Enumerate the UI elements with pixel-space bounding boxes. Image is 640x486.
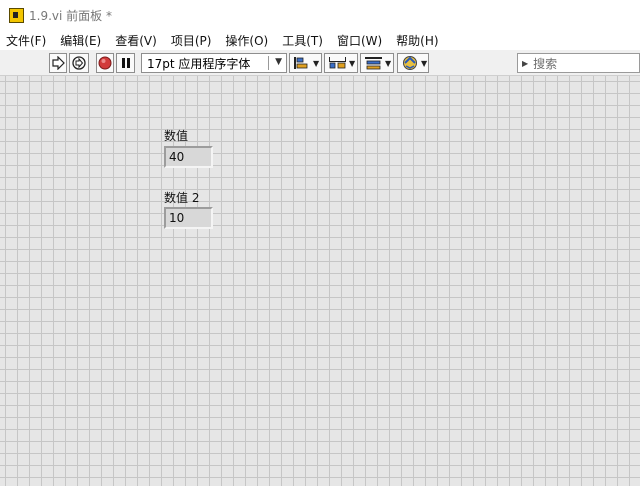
numeric-control[interactable]: 40 — [164, 146, 213, 168]
run-arrow-icon — [52, 56, 65, 70]
menu-help[interactable]: 帮助(H) — [389, 32, 445, 49]
numeric-control-2[interactable]: 10 — [164, 207, 213, 229]
title-bar: 1.9.vi 前面板 * — [0, 0, 640, 30]
numeric-control-2-value: 10 — [169, 211, 185, 225]
menu-bar: 文件(F) 编辑(E) 查看(V) 项目(P) 操作(O) 工具(T) 窗口(W… — [0, 30, 640, 50]
abort-button[interactable] — [96, 53, 114, 73]
search-input[interactable]: ▶ 搜索 — [517, 53, 640, 73]
font-select-divider — [268, 56, 269, 70]
menu-file[interactable]: 文件(F) — [0, 32, 53, 49]
font-select[interactable]: 17pt 应用程序字体 ▼ — [141, 53, 287, 73]
reorder-icon — [403, 56, 417, 70]
search-menu-arrow-icon: ▶ — [522, 58, 529, 68]
numeric-control-2-label: 数值 2 — [164, 191, 200, 205]
run-continuously-icon — [72, 56, 86, 70]
numeric-control-label: 数值 — [164, 129, 189, 143]
chevron-down-icon: ▼ — [275, 57, 282, 67]
menu-tools[interactable]: 工具(T) — [275, 32, 330, 49]
front-panel-canvas[interactable]: 数值 40 数值 2 10 — [0, 76, 640, 486]
menu-view[interactable]: 查看(V) — [108, 32, 164, 49]
pause-icon — [121, 58, 130, 68]
chevron-down-icon: ▼ — [385, 58, 392, 68]
menu-operate[interactable]: 操作(O) — [218, 32, 275, 49]
labview-vi-icon — [9, 7, 24, 23]
distribute-icon — [329, 57, 346, 69]
window-title: 1.9.vi 前面板 * — [29, 8, 112, 23]
chevron-down-icon: ▼ — [313, 58, 320, 68]
toolbar: 17pt 应用程序字体 ▼ ▼ ▼ ▼ ▼ ▶ 搜索 — [0, 50, 640, 76]
chevron-down-icon: ▼ — [421, 58, 428, 68]
resize-icon — [365, 57, 382, 70]
search-placeholder: 搜索 — [533, 56, 558, 71]
align-icon — [294, 57, 308, 69]
resize-objects-button[interactable]: ▼ — [360, 53, 394, 73]
distribute-objects-button[interactable]: ▼ — [324, 53, 358, 73]
align-objects-button[interactable]: ▼ — [289, 53, 322, 73]
reorder-button[interactable]: ▼ — [397, 53, 429, 73]
menu-edit[interactable]: 编辑(E) — [53, 32, 108, 49]
menu-window[interactable]: 窗口(W) — [330, 32, 389, 49]
run-button[interactable] — [49, 53, 67, 73]
pause-button[interactable] — [116, 53, 135, 73]
numeric-control-value: 40 — [169, 150, 185, 164]
abort-icon — [98, 56, 112, 70]
run-continuously-button[interactable] — [69, 53, 89, 73]
menu-project[interactable]: 项目(P) — [164, 32, 219, 49]
chevron-down-icon: ▼ — [349, 58, 356, 68]
font-select-value: 17pt 应用程序字体 — [147, 56, 251, 71]
